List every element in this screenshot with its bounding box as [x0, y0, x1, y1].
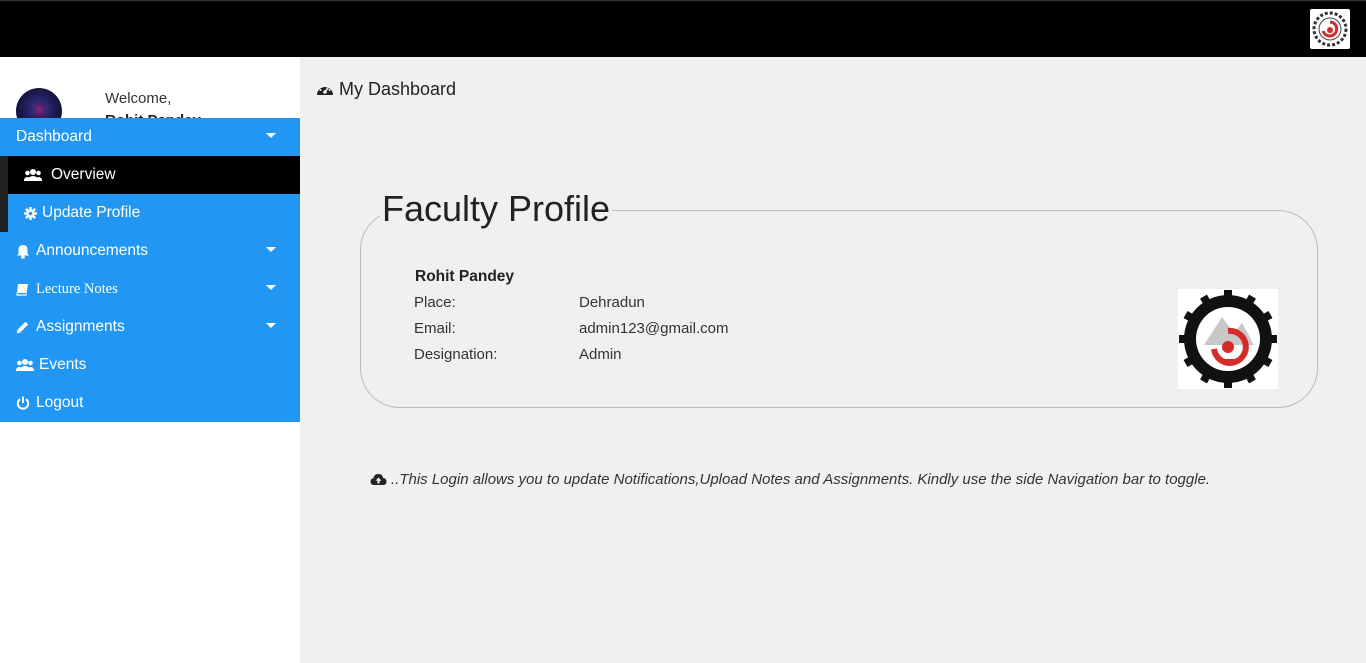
- profile-place-label: Place:: [414, 294, 456, 311]
- caret-down-icon: [266, 285, 276, 290]
- nav-label: Update Profile: [42, 204, 141, 221]
- nav-label: Lecture Notes: [36, 280, 118, 297]
- nav-overview[interactable]: Overview: [8, 156, 300, 194]
- info-note-text: ..This Login allows you to update Notifi…: [391, 471, 1211, 488]
- profile-email-value: admin123@gmail.com: [579, 320, 729, 337]
- nav-update-profile[interactable]: Update Profile: [8, 194, 300, 232]
- info-note: ..This Login allows you to update Notifi…: [370, 471, 1210, 488]
- dashboard-submenu: Overview Update Profile: [0, 156, 300, 232]
- nav-label: Logout: [36, 394, 84, 411]
- nav-label: Assignments: [36, 318, 125, 335]
- profile-place-value: Dehradun: [579, 294, 645, 311]
- nav-assignments[interactable]: Assignments: [0, 308, 300, 346]
- nav-dashboard[interactable]: Dashboard: [0, 118, 300, 156]
- side-nav: Dashboard Overview Update Profile Announ…: [0, 118, 300, 422]
- cloud-upload-icon: [370, 473, 387, 486]
- dashboard-gauge-icon: [316, 82, 334, 98]
- page-title-text: My Dashboard: [339, 79, 457, 99]
- users-icon: [16, 358, 38, 372]
- nav-logout[interactable]: Logout: [0, 384, 300, 422]
- caret-down-icon: [266, 133, 276, 138]
- caret-down-icon: [266, 247, 276, 252]
- university-logo: [1178, 289, 1278, 389]
- profile-legend: Faculty Profile: [380, 188, 613, 230]
- profile-card: [360, 210, 1318, 408]
- welcome-text: Welcome,: [105, 90, 172, 107]
- users-icon: [24, 168, 46, 182]
- page-title: My Dashboard: [316, 79, 456, 100]
- bell-icon: [16, 244, 34, 259]
- book-icon: [16, 283, 34, 296]
- gear-icon: [24, 206, 40, 220]
- nav-label: Announcements: [36, 242, 149, 259]
- nav-label: Events: [39, 356, 87, 373]
- top-bar: [0, 0, 1366, 57]
- caret-down-icon: [266, 323, 276, 328]
- power-icon: [16, 396, 34, 410]
- profile-designation-label: Designation:: [414, 346, 498, 363]
- nav-events[interactable]: Events: [0, 346, 300, 384]
- nav-announcements[interactable]: Announcements: [0, 232, 300, 270]
- nav-label: Overview: [51, 166, 116, 183]
- profile-email-label: Email:: [414, 320, 456, 337]
- nav-label: Dashboard: [16, 128, 92, 145]
- profile-name: Rohit Pandey: [415, 268, 515, 285]
- pencil-icon: [16, 321, 34, 334]
- nav-lecture-notes[interactable]: Lecture Notes: [0, 270, 300, 308]
- university-seal-icon[interactable]: [1310, 9, 1350, 49]
- profile-designation-value: Admin: [579, 346, 622, 363]
